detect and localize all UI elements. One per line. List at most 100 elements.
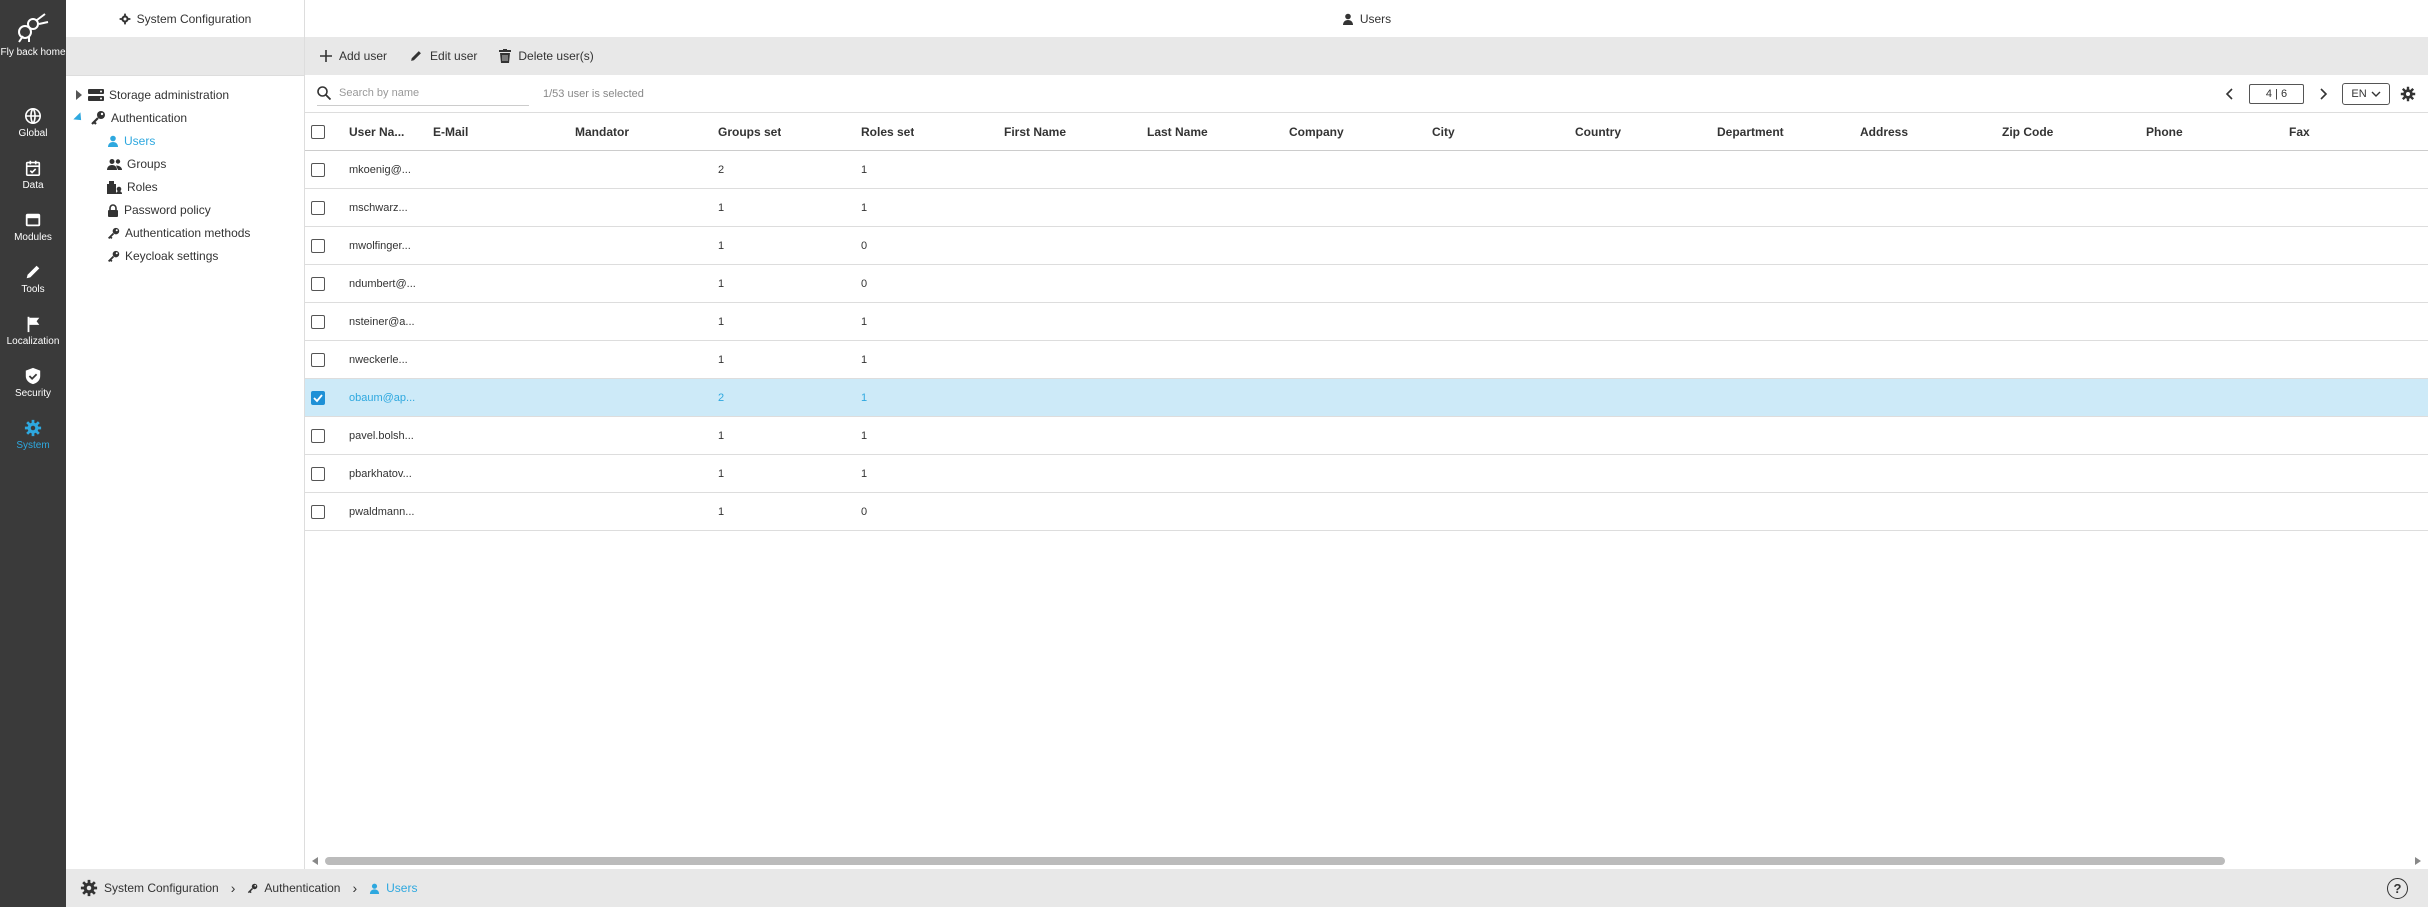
nav-label-global: Global xyxy=(18,128,48,139)
lock-icon xyxy=(108,203,118,217)
tree-item-authentication[interactable]: Authentication xyxy=(73,108,187,128)
nav-item-tools[interactable]: Tools xyxy=(0,254,66,304)
cell-user-name: nsteiner@a... xyxy=(349,315,415,328)
settings-gear-icon[interactable] xyxy=(2400,86,2416,102)
nav-label-security: Security xyxy=(14,388,52,399)
horizontal-scrollbar[interactable] xyxy=(305,853,2428,869)
scroll-thumb[interactable] xyxy=(325,857,2225,865)
tree-item-users[interactable]: Users xyxy=(107,131,155,151)
column-header-fax[interactable]: Fax xyxy=(2289,113,2310,150)
breadcrumb-authentication[interactable]: Authentication xyxy=(247,881,340,895)
breadcrumb-users[interactable]: Users xyxy=(369,881,417,895)
column-header-country[interactable]: Country xyxy=(1575,113,1621,150)
scroll-track[interactable] xyxy=(325,857,2408,865)
tree-label: Storage administration xyxy=(109,88,230,102)
chevron-right-icon[interactable] xyxy=(2318,88,2328,100)
search-input[interactable] xyxy=(339,87,519,99)
column-header-zip-code[interactable]: Zip Code xyxy=(2002,113,2053,150)
nav-item-modules[interactable]: Modules xyxy=(0,202,66,252)
window-icon xyxy=(25,213,41,227)
edit-user-label: Edit user xyxy=(430,49,478,63)
tree-item-roles[interactable]: Roles xyxy=(107,177,158,197)
table-body: mkoenig@... 2 1 mschwarz... 1 1 mwolfinger... 1… xyxy=(305,151,2428,531)
table-row[interactable]: ndumbert@... 1 0 xyxy=(305,265,2428,303)
nav-item-localization[interactable]: Localization xyxy=(0,306,66,356)
column-header-city[interactable]: City xyxy=(1432,113,1455,150)
breadcrumb-system-configuration[interactable]: System Configuration xyxy=(80,879,219,897)
row-checkbox[interactable] xyxy=(311,390,325,405)
table-row[interactable]: pwaldmann... 1 0 xyxy=(305,493,2428,531)
tree-item-authentication-methods[interactable]: Authentication methods xyxy=(107,223,250,243)
row-select-cell xyxy=(311,151,325,188)
row-checkbox[interactable] xyxy=(311,162,325,177)
column-header-company[interactable]: Company xyxy=(1289,113,1344,150)
edit-user-button[interactable]: Edit user xyxy=(409,49,477,63)
chevron-left-icon[interactable] xyxy=(2225,88,2235,100)
table-row[interactable]: mschwarz... 1 1 xyxy=(305,189,2428,227)
nav-item-security[interactable]: Security xyxy=(0,358,66,408)
tree-item-storage-administration[interactable]: Storage administration xyxy=(76,85,229,105)
column-header-user-name[interactable]: User Na... xyxy=(349,113,404,150)
column-header-phone[interactable]: Phone xyxy=(2146,113,2183,150)
row-checkbox[interactable] xyxy=(311,276,325,291)
search-icon xyxy=(317,86,331,100)
table-row[interactable]: obaum@ap... 2 1 xyxy=(305,379,2428,417)
table-row[interactable]: mkoenig@... 2 1 xyxy=(305,151,2428,189)
table-row[interactable]: nsteiner@a... 1 1 xyxy=(305,303,2428,341)
add-user-button[interactable]: Add user xyxy=(320,49,387,63)
server-icon xyxy=(88,89,104,101)
column-header-email[interactable]: E-Mail xyxy=(433,113,468,150)
row-select-cell xyxy=(311,303,325,340)
cell-user-name: pwaldmann... xyxy=(349,505,415,518)
column-header-department[interactable]: Department xyxy=(1717,113,1784,150)
page-indicator[interactable]: 4 | 6 xyxy=(2249,84,2304,104)
main-toolbar: Add user Edit user Delete user(s) xyxy=(305,37,2428,75)
tree-item-groups[interactable]: Groups xyxy=(107,154,166,174)
select-all-cell xyxy=(311,113,325,150)
collapse-caret-icon[interactable] xyxy=(73,112,85,124)
main-nav: Fly back home Global Data Modules Tools … xyxy=(0,0,66,907)
row-checkbox[interactable] xyxy=(311,200,325,215)
cell-roles-set: 0 xyxy=(861,277,868,290)
cell-user-name: obaum@ap... xyxy=(349,391,416,404)
nav-item-system[interactable]: System xyxy=(0,410,66,460)
select-all-checkbox[interactable] xyxy=(311,124,325,139)
breadcrumb: System Configuration › Authentication › … xyxy=(66,869,2428,907)
row-checkbox[interactable] xyxy=(311,466,325,481)
key-icon xyxy=(107,250,120,262)
flag-icon xyxy=(27,316,40,333)
tree-item-keycloak-settings[interactable]: Keycloak settings xyxy=(107,246,218,266)
tree-item-password-policy[interactable]: Password policy xyxy=(107,200,211,220)
expand-caret-icon[interactable] xyxy=(76,90,82,100)
row-checkbox[interactable] xyxy=(311,352,325,367)
column-header-address[interactable]: Address xyxy=(1860,113,1908,150)
fly-back-home-button[interactable]: Fly back home xyxy=(0,0,66,86)
column-header-first-name[interactable]: First Name xyxy=(1004,113,1066,150)
cell-user-name: mwolfinger... xyxy=(349,239,411,252)
scroll-left-icon[interactable] xyxy=(312,857,318,865)
help-button[interactable]: ? xyxy=(2387,878,2408,899)
row-checkbox[interactable] xyxy=(311,314,325,329)
nav-item-global[interactable]: Global xyxy=(0,98,66,148)
tree-panel: Storage administration Authentication Us… xyxy=(66,75,305,869)
table-row[interactable]: nweckerle... 1 1 xyxy=(305,341,2428,379)
row-checkbox[interactable] xyxy=(311,238,325,253)
table-row[interactable]: pbarkhatov... 1 1 xyxy=(305,455,2428,493)
row-checkbox[interactable] xyxy=(311,504,325,519)
column-header-roles-set[interactable]: Roles set xyxy=(861,113,914,150)
chevron-right-icon: › xyxy=(352,880,358,896)
cell-user-name: pavel.bolsh... xyxy=(349,429,414,442)
row-select-cell xyxy=(311,455,325,492)
row-checkbox[interactable] xyxy=(311,428,325,443)
cell-user-name: pbarkhatov... xyxy=(349,467,412,480)
column-header-mandator[interactable]: Mandator xyxy=(575,113,629,150)
delete-users-button[interactable]: Delete user(s) xyxy=(499,49,594,63)
nav-item-data[interactable]: Data xyxy=(0,150,66,200)
row-select-cell xyxy=(311,227,325,264)
column-header-groups-set[interactable]: Groups set xyxy=(718,113,781,150)
scroll-right-icon[interactable] xyxy=(2415,857,2421,865)
column-header-last-name[interactable]: Last Name xyxy=(1147,113,1208,150)
table-row[interactable]: mwolfinger... 1 0 xyxy=(305,227,2428,265)
language-select[interactable]: EN xyxy=(2342,83,2390,105)
table-row[interactable]: pavel.bolsh... 1 1 xyxy=(305,417,2428,455)
